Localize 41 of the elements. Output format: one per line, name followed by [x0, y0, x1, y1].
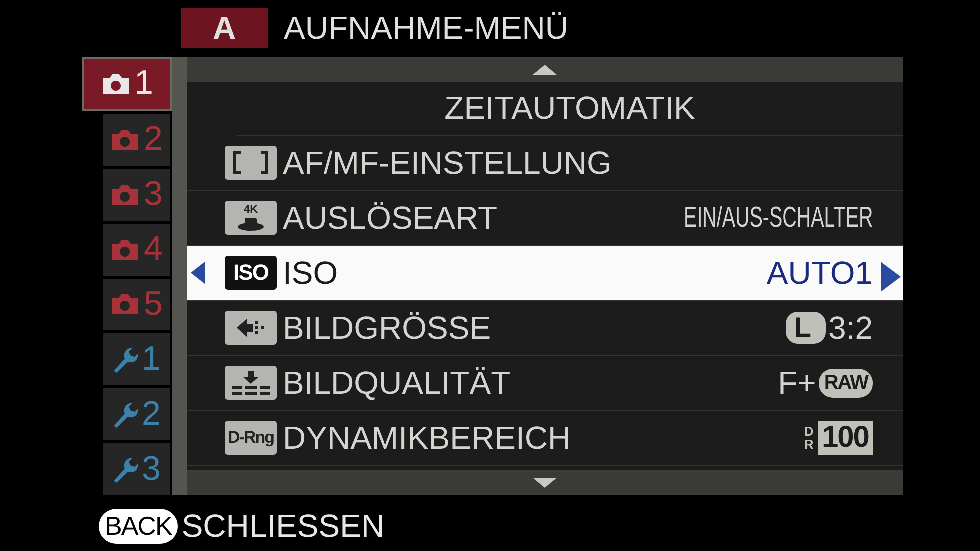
menu-tab[interactable]: 3 — [103, 443, 170, 495]
menu-tab[interactable]: 2 — [103, 388, 170, 440]
camera-icon — [110, 184, 140, 206]
down-arrow-icon — [533, 478, 557, 488]
scroll-down-bar[interactable] — [187, 470, 903, 495]
setting-value: F+ — [778, 364, 816, 402]
camera-icon — [110, 128, 140, 151]
dr-label: DR — [803, 425, 815, 451]
mode-heading: ZEITAUTOMATIK — [237, 82, 903, 136]
menu-title: AUFNAHME-MENÜ — [284, 10, 568, 46]
close-hint: SCHLIESSEN — [182, 508, 385, 545]
size-badge: L — [786, 312, 826, 344]
setting-value: AUTO1 — [766, 254, 873, 292]
scroll-up-bar[interactable] — [187, 57, 903, 82]
focus-frame-icon — [225, 146, 277, 180]
wrench-icon — [112, 400, 138, 428]
menu-item[interactable]: AF/MF-EINSTELLUNG — [187, 136, 903, 191]
menu-item[interactable]: BILDQUALITÄT F+ RAW — [187, 356, 903, 411]
image-size-icon — [225, 311, 277, 345]
raw-badge: RAW — [819, 368, 873, 398]
drive-mode-icon: 4K — [225, 201, 277, 235]
dynamic-range-icon: D-Rng — [225, 421, 277, 455]
camera-icon — [110, 293, 140, 316]
wrench-icon — [112, 345, 138, 374]
menu-item[interactable]: ISO ISO AUTO1 — [187, 246, 903, 301]
mode-badge: A — [181, 8, 268, 48]
menu-tab[interactable]: 1 — [103, 333, 170, 386]
dr-value: 100 — [818, 421, 873, 455]
back-key: BACK — [99, 509, 178, 544]
camera-icon — [100, 72, 131, 95]
wrench-icon — [112, 455, 138, 484]
setting-value: 3:2 — [828, 310, 873, 346]
iso-icon: ISO — [225, 256, 277, 290]
menu-tab[interactable]: 1 — [82, 57, 172, 111]
up-arrow-icon — [533, 64, 557, 74]
camera-icon — [110, 238, 140, 261]
image-quality-icon — [225, 366, 277, 400]
left-arrow-icon — [191, 262, 205, 284]
setting-value: EIN/AUS-SCHALTER — [684, 202, 873, 234]
right-arrow-icon — [881, 262, 901, 292]
menu-item[interactable]: BILDGRÖSSE L 3:2 — [187, 301, 903, 356]
